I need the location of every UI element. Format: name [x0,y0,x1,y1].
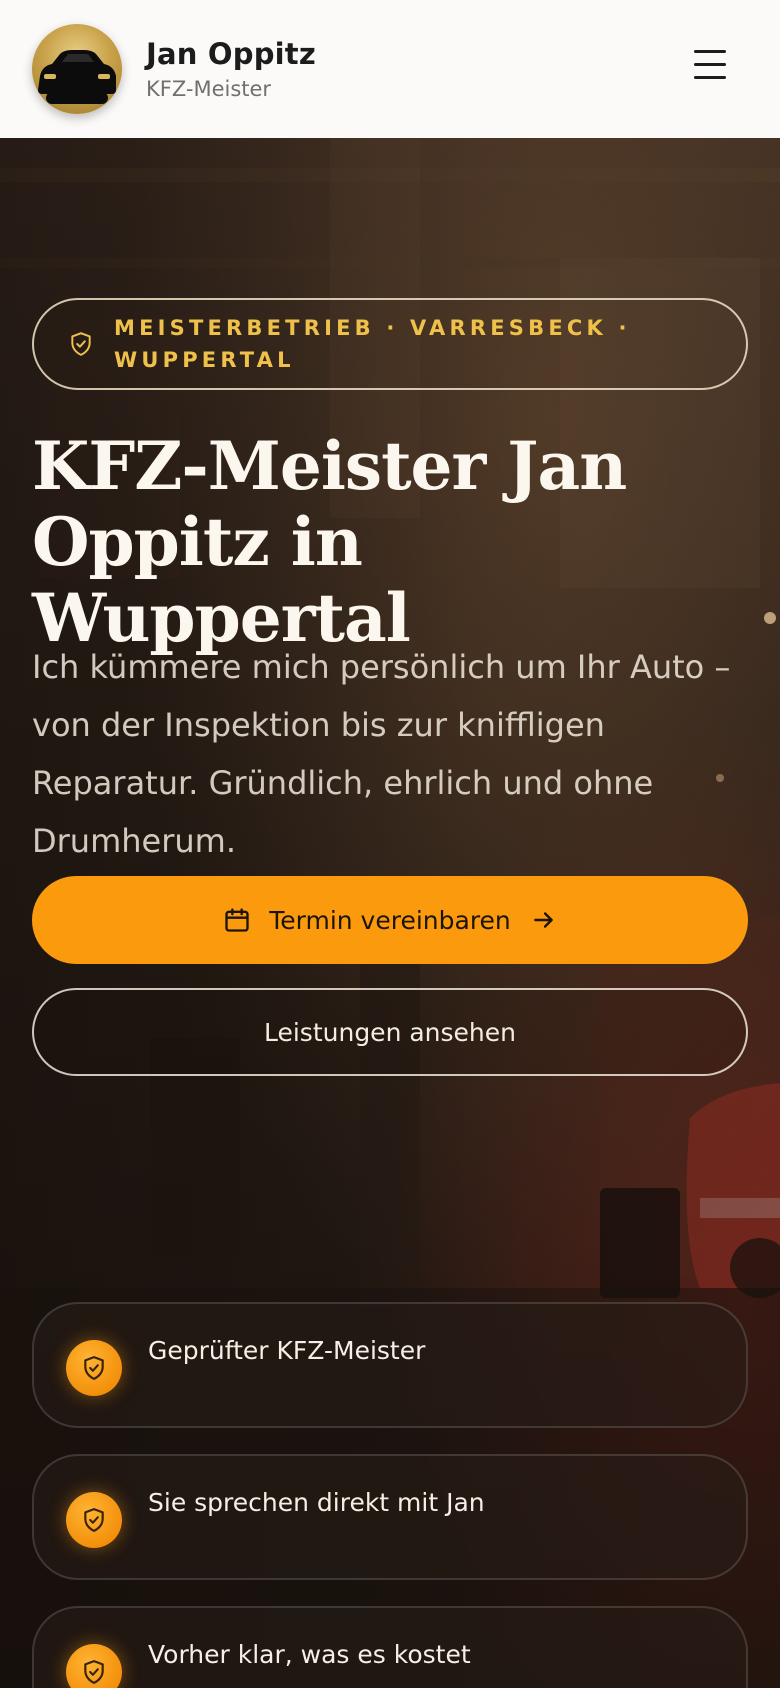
hero-lead: Ich kümmere mich persönlich um Ihr Auto … [32,648,731,860]
hero-section: MEISTERBETRIEB · VARRESBECK · WUPPERTAL … [0,138,780,1688]
brand: Jan Oppitz KFZ-Meister [146,37,316,101]
feature-card: Geprüfter KFZ-Meister [32,1302,748,1428]
feature-label: Vorher klar, was es kostet [148,1640,471,1669]
view-services-label: Leistungen ansehen [263,1017,516,1047]
badge-text: MEISTERBETRIEB · VARRESBECK · WUPPERTAL [114,316,631,372]
hamburger-menu-icon[interactable] [694,50,728,82]
calendar-icon [225,908,249,932]
shield-check-icon [66,1492,122,1548]
feature-label: Sie sprechen direkt mit Jan [148,1488,485,1517]
shield-check-icon [66,1644,122,1688]
arrow-right-icon [533,912,553,928]
feature-card: Vorher klar, was es kostet [32,1606,748,1688]
view-services-button[interactable]: Leistungen ansehen [32,988,748,1076]
feature-label: Geprüfter KFZ-Meister [148,1336,426,1365]
shield-check-icon [66,1340,122,1396]
book-appointment-label: Termin vereinbaren [269,905,511,935]
car-icon [38,50,116,104]
brand-subtitle: KFZ-Meister [146,77,272,101]
avatar[interactable] [32,24,122,114]
feature-card: Sie sprechen direkt mit Jan [32,1454,748,1580]
brand-name: Jan Oppitz [146,37,316,71]
hero-title: KFZ-Meister Jan Oppitz in Wuppertal [32,427,627,657]
location-badge: MEISTERBETRIEB · VARRESBECK · WUPPERTAL [32,298,748,390]
site-header: Jan Oppitz KFZ-Meister [0,0,780,138]
shield-check-icon [71,332,91,356]
book-appointment-button[interactable]: Termin vereinbaren [32,876,748,964]
